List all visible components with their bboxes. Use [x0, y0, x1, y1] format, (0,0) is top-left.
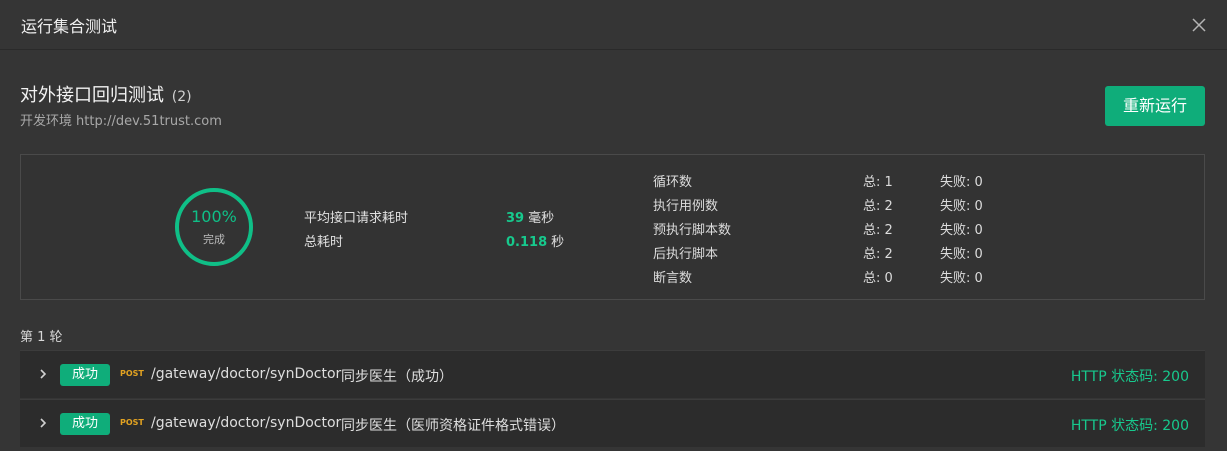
- progress-ring-graphic: [175, 188, 253, 266]
- request-path: /gateway/doctor/synDoctor: [151, 415, 342, 431]
- http-status: HTTP 状态码: 200: [1070, 369, 1189, 385]
- rerun-button[interactable]: 重新运行: [1105, 86, 1205, 126]
- suite-count: (2): [171, 89, 192, 105]
- stat-name: 循环数: [653, 175, 693, 190]
- avg-time-unit: 毫秒: [528, 211, 555, 226]
- environment-info: 开发环境 http://dev.51trust.com: [20, 110, 222, 129]
- chevron-right-icon[interactable]: [36, 416, 50, 430]
- chevron-right-icon[interactable]: [36, 367, 50, 381]
- total-time-number: 0.118: [506, 235, 548, 250]
- suite-name: 对外接口回归测试: [20, 85, 164, 106]
- round-label: 第 1 轮: [20, 330, 63, 345]
- dialog-header: 运行集合测试: [0, 0, 1227, 50]
- status-badge: 成功: [60, 364, 110, 386]
- close-icon: [1192, 18, 1206, 32]
- case-name: 同步医生（成功）: [341, 369, 453, 385]
- stat-total: 总: 2: [863, 247, 893, 262]
- total-time-label: 总耗时: [304, 235, 344, 250]
- result-row[interactable]: 成功 POST /gateway/doctor/synDoctor 同步医生（成…: [20, 350, 1205, 398]
- summary-panel: 100% 完成 平均接口请求耗时 39 毫秒 总耗时 0.118 秒 循环数 总: …: [20, 154, 1205, 300]
- stat-fail: 失败: 0: [940, 223, 983, 238]
- avg-time-label: 平均接口请求耗时: [304, 211, 409, 226]
- env-name: 开发环境: [20, 114, 73, 129]
- result-row[interactable]: 成功 POST /gateway/doctor/synDoctor 同步医生（医…: [20, 399, 1205, 447]
- stat-total: 总: 1: [863, 175, 893, 190]
- progress-label: 完成: [203, 233, 225, 246]
- stat-fail: 失败: 0: [940, 271, 983, 286]
- case-name: 同步医生（医师资格证件格式错误）: [341, 418, 565, 434]
- close-button[interactable]: [1188, 14, 1210, 36]
- http-status: HTTP 状态码: 200: [1070, 418, 1189, 434]
- http-method: POST: [120, 418, 144, 427]
- stat-fail: 失败: 0: [940, 199, 983, 214]
- total-time-unit: 秒: [551, 235, 565, 250]
- stat-total: 总: 0: [863, 271, 893, 286]
- stat-name: 断言数: [653, 271, 693, 286]
- request-path: /gateway/doctor/synDoctor: [151, 366, 342, 382]
- dialog-title: 运行集合测试: [21, 17, 118, 36]
- status-badge: 成功: [60, 413, 110, 435]
- stat-name: 后执行脚本: [653, 247, 719, 262]
- progress-ring: 100% 完成: [173, 186, 255, 268]
- avg-time-value: 39 毫秒: [506, 207, 554, 226]
- stat-total: 总: 2: [863, 199, 893, 214]
- avg-time-number: 39: [506, 211, 525, 226]
- stat-fail: 失败: 0: [940, 175, 983, 190]
- stat-fail: 失败: 0: [940, 247, 983, 262]
- suite-title: 对外接口回归测试 (2): [20, 81, 192, 107]
- total-time-value: 0.118 秒: [506, 231, 564, 250]
- progress-percent: 100%: [191, 207, 237, 226]
- stat-name: 预执行脚本数: [653, 223, 732, 238]
- stat-name: 执行用例数: [653, 199, 719, 214]
- http-method: POST: [120, 369, 144, 378]
- env-url: http://dev.51trust.com: [76, 114, 222, 129]
- stat-total: 总: 2: [863, 223, 893, 238]
